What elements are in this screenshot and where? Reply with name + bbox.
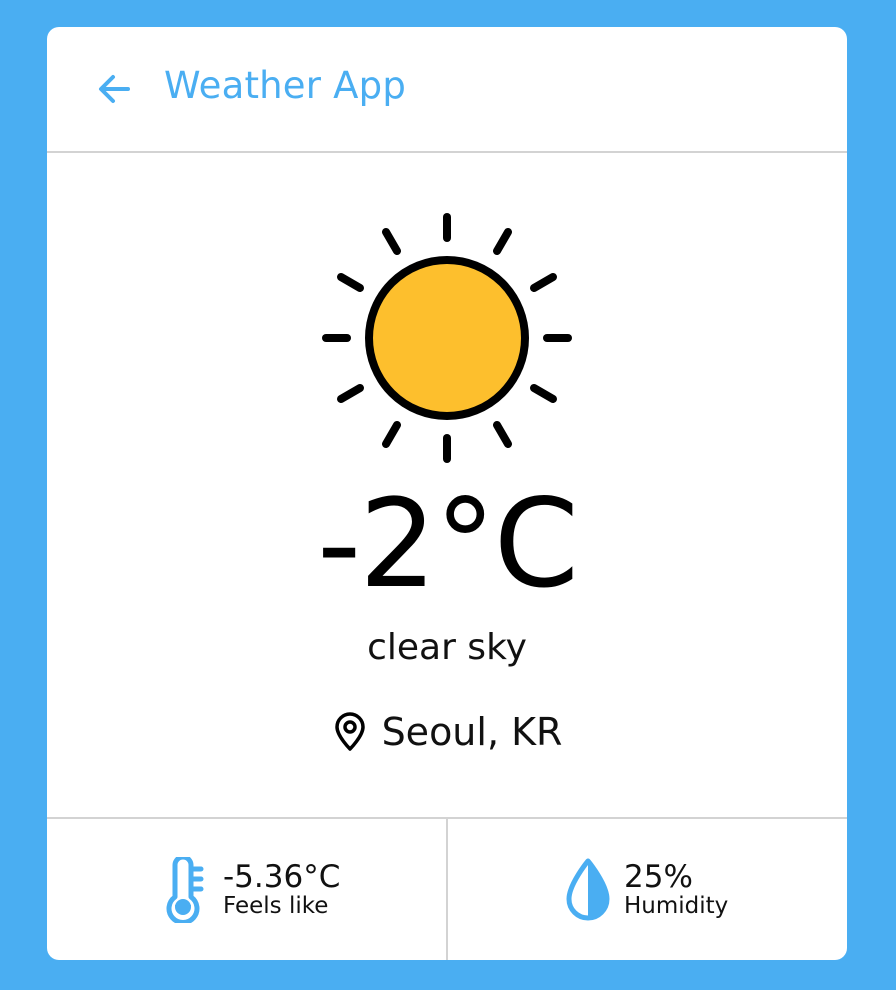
humidity-value: 25% xyxy=(624,859,693,895)
feels-like-stat: -5.36°C Feels like xyxy=(165,857,340,923)
app-header: Weather App xyxy=(47,27,847,153)
feels-like-value: -5.36°C xyxy=(223,859,341,895)
location: Seoul, KR xyxy=(47,704,847,760)
arrow-left-icon xyxy=(99,75,130,103)
back-button[interactable] xyxy=(95,69,135,109)
weather-card: Weather App -2°C clear sky Seoul, KR -5.… xyxy=(47,27,847,960)
water-drop-icon xyxy=(566,858,610,921)
weather-description: clear sky xyxy=(367,627,527,668)
page-title: Weather App xyxy=(164,64,407,107)
humidity-stat: 25% Humidity xyxy=(566,857,728,923)
humidity-label: Humidity xyxy=(624,893,729,919)
temperature: -2°C xyxy=(317,473,579,615)
weather-condition xyxy=(321,212,573,464)
thermometer-icon xyxy=(166,857,204,923)
humidity-panel: 25% Humidity xyxy=(448,819,847,960)
feels-like-label: Feels like xyxy=(223,893,329,919)
map-pin-icon xyxy=(334,712,365,751)
location-label: Seoul, KR xyxy=(381,710,563,754)
stats-footer: -5.36°C Feels like 25% Humidity xyxy=(47,817,847,960)
sun-icon xyxy=(322,213,572,463)
feels-like-panel: -5.36°C Feels like xyxy=(47,819,448,960)
